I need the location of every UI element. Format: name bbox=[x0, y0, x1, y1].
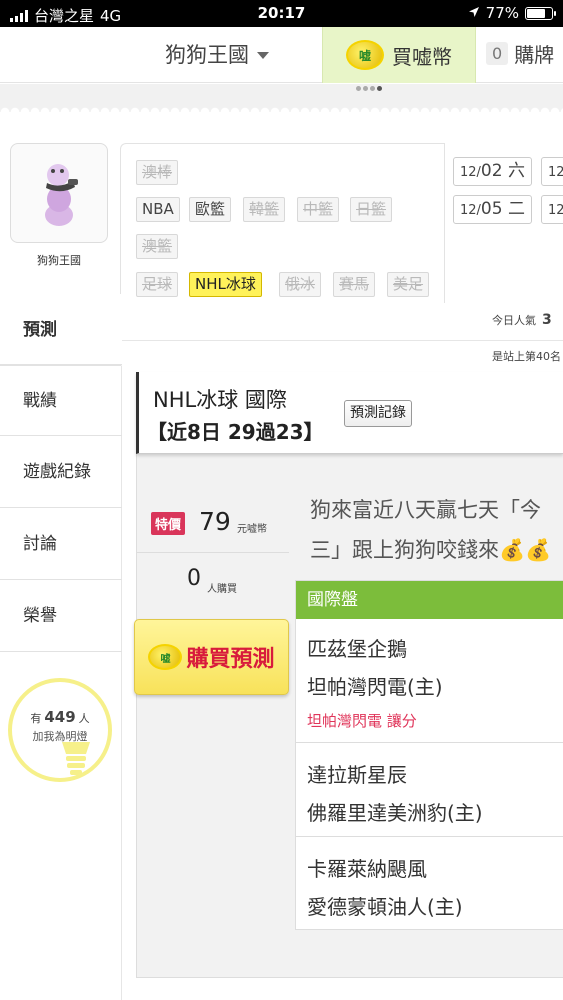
cart-count: 0 bbox=[486, 42, 509, 65]
prediction-record-button[interactable]: 預測記錄 bbox=[344, 400, 412, 427]
home-team: 愛德蒙頓油人(主) bbox=[307, 895, 463, 919]
buyer-unit: 人購買 bbox=[207, 584, 237, 595]
game-row[interactable]: 達拉斯星辰 佛羅里達美洲豹(主) bbox=[296, 743, 563, 837]
sidebar-item-predict[interactable]: 預測 bbox=[0, 294, 122, 366]
sport-tag[interactable]: 澳棒 bbox=[136, 160, 179, 185]
date-button[interactable]: 12/05 二 bbox=[453, 195, 532, 224]
location-arrow-icon bbox=[468, 4, 480, 22]
cart-button[interactable]: 0 購牌 bbox=[486, 39, 554, 68]
sports-filter: 澳棒 NBA 歐籃 韓籃 中籃 日籃 澳籃 足球 NHL冰球 俄冰 賽馬 美足 bbox=[120, 143, 445, 303]
sport-tag[interactable]: NBA bbox=[136, 197, 180, 222]
chevron-down-icon bbox=[257, 51, 269, 59]
site-name: 狗狗王國 bbox=[165, 43, 249, 67]
sport-tag[interactable]: 美足 bbox=[387, 272, 430, 297]
away-team: 卡羅萊納颶風 bbox=[307, 857, 427, 881]
sidebar-item-honor[interactable]: 榮譽 bbox=[0, 580, 122, 652]
site-selector[interactable]: 狗狗王國 bbox=[165, 39, 269, 69]
price-unit: 元嘘幣 bbox=[237, 524, 267, 535]
popularity-stat: 今日人氣 3 bbox=[492, 312, 552, 328]
date-button[interactable]: 12/02 六 bbox=[453, 157, 532, 186]
games-header: 國際盤 bbox=[296, 581, 563, 619]
date-button[interactable]: 12 bbox=[541, 195, 563, 224]
sport-tag[interactable]: 足球 bbox=[136, 272, 179, 297]
sport-tag[interactable]: 俄冰 bbox=[279, 272, 322, 297]
away-team: 匹茲堡企鵝 bbox=[307, 637, 407, 661]
game-row[interactable]: 匹茲堡企鵝 坦帕灣閃電(主) 坦帕灣閃電 讓分 bbox=[296, 619, 563, 743]
battery-percent: 77% bbox=[485, 4, 519, 22]
prediction-header: NHL冰球 國際 【近8日 29過23】 預測記錄 bbox=[136, 372, 563, 454]
sport-tag-nhl[interactable]: NHL冰球 bbox=[189, 272, 262, 297]
away-team: 達拉斯星辰 bbox=[307, 763, 407, 787]
sidebar: 預測 戰績 遊戲紀錄 討論 榮譽 有 449 人 加我為明燈 bbox=[0, 294, 122, 1000]
divider bbox=[122, 340, 563, 341]
buy-coins-button[interactable]: 嘘 買嘘幣 bbox=[322, 27, 476, 83]
game-row[interactable]: 卡羅萊納颶風 愛德蒙頓油人(主) bbox=[296, 837, 563, 931]
sport-tag[interactable]: 日籃 bbox=[350, 197, 393, 222]
special-badge: 特價 bbox=[151, 512, 186, 535]
profile-name: 狗狗王國 bbox=[37, 254, 81, 267]
date-selector: 12/02 六 12 12/05 二 12 bbox=[444, 143, 563, 303]
league-title: NHL冰球 國際 bbox=[153, 388, 287, 412]
home-team: 坦帕灣閃電(主) bbox=[307, 675, 443, 699]
dog-figure-icon bbox=[45, 164, 78, 226]
buy-prediction-button[interactable]: 嘘 購買預測 bbox=[134, 619, 289, 695]
divider bbox=[137, 552, 289, 553]
battery-icon bbox=[525, 6, 556, 20]
sidebar-item-game-history[interactable]: 遊戲紀錄 bbox=[0, 436, 122, 508]
price-value: 79 bbox=[199, 507, 231, 536]
sport-tag[interactable]: 賽馬 bbox=[333, 272, 376, 297]
prediction-description: 狗來富近八天贏七天「今 三」跟上狗狗咬錢來💰💰 bbox=[310, 498, 552, 562]
coin-icon: 嘘 bbox=[346, 40, 384, 70]
sport-tag[interactable]: 中籃 bbox=[297, 197, 340, 222]
price-info: 特價 79 元嘘幣 0 人購買 bbox=[137, 494, 289, 604]
rank-text: 是站上第40名 bbox=[492, 350, 561, 363]
home-team: 佛羅里達美洲豹(主) bbox=[307, 801, 483, 825]
banner-strip bbox=[0, 84, 563, 112]
spread-pick: 坦帕灣閃電 讓分 bbox=[307, 712, 417, 730]
status-bar: 台灣之星 4G 20:17 77% bbox=[0, 0, 563, 27]
coin-icon: 嘘 bbox=[148, 644, 183, 670]
buyer-count: 0 bbox=[187, 566, 201, 591]
avatar[interactable] bbox=[10, 143, 108, 243]
cart-label: 購牌 bbox=[514, 43, 555, 67]
carousel-dots bbox=[356, 86, 382, 91]
follower-count: 449 bbox=[44, 708, 76, 726]
date-button[interactable]: 12 bbox=[541, 157, 563, 186]
sport-tag[interactable]: 澳籃 bbox=[136, 234, 179, 259]
record-summary: 【近8日 29過23】 bbox=[147, 420, 324, 444]
sport-tag[interactable]: 韓籃 bbox=[243, 197, 286, 222]
sport-tag[interactable]: 歐籃 bbox=[189, 197, 232, 222]
sidebar-item-discussion[interactable]: 討論 bbox=[0, 508, 122, 580]
top-nav: 狗狗王國 嘘 買嘘幣 0 購牌 bbox=[0, 27, 563, 83]
sidebar-item-record[interactable]: 戰績 bbox=[0, 364, 122, 436]
lightbulb-base-icon bbox=[62, 742, 90, 775]
buy-coins-label: 買嘘幣 bbox=[392, 44, 452, 69]
games-list: 國際盤 匹茲堡企鵝 坦帕灣閃電(主) 坦帕灣閃電 讓分 達拉斯星辰 佛羅里達美洲… bbox=[295, 580, 563, 930]
buy-prediction-label: 購買預測 bbox=[186, 647, 275, 672]
wave-divider bbox=[0, 102, 563, 112]
